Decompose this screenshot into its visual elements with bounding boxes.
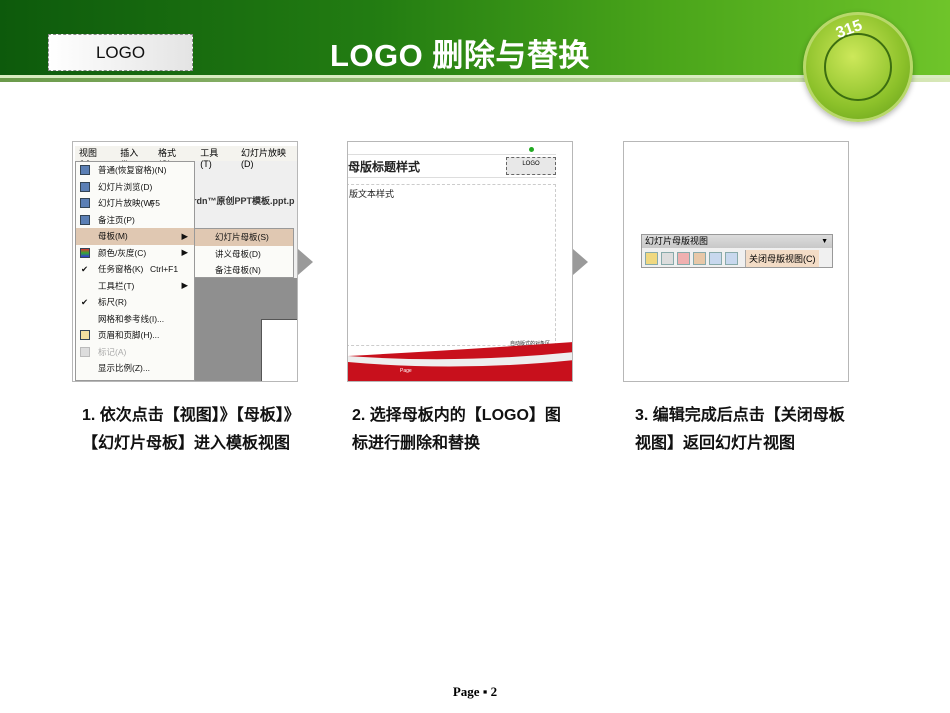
label: 备注页(P) [98, 214, 135, 225]
menu-item-toolbars[interactable]: 工具栏(T) ▶ [76, 278, 194, 295]
menu-insert[interactable]: 插入(I) [120, 146, 146, 169]
insert-title-master-icon[interactable] [661, 251, 674, 265]
view-menu: 普通(恢复窗格)(N) 幻灯片浏览(D) 幻灯片放映(W) F5 备注页(P) 母… [75, 161, 195, 381]
check-icon: ✔ [81, 296, 89, 307]
label: 颜色/灰度(C) [98, 247, 147, 258]
insert-master-icon[interactable] [645, 251, 658, 265]
normal-view-icon [80, 165, 90, 175]
close-master-view-button[interactable]: 关闭母版视图(C) [745, 249, 819, 267]
menu-item-markup: 标记(A) [76, 344, 194, 361]
red-wave-decoration: Page [348, 342, 572, 381]
label: 母板(M) [98, 231, 128, 242]
label: 标尺(R) [98, 297, 127, 308]
menu-view[interactable]: 视图(V) [79, 146, 108, 169]
toolbar-title: 幻灯片母版视图 [645, 236, 709, 246]
toolbar-titlebar[interactable]: 幻灯片母版视图 ▼ [642, 235, 832, 248]
page-title: LOGO 删除与替换 [330, 38, 590, 73]
globe-icon [824, 33, 892, 101]
emblem-315-logo: 315 [803, 12, 913, 122]
submenu-arrow-icon: ▶ [181, 247, 188, 258]
label: 幻灯片浏览(D) [98, 181, 153, 192]
preserve-master-icon[interactable] [693, 251, 706, 265]
step-3-caption: 3. 编辑完成后点击【关闭母板视图】返回幻灯片视图 [635, 407, 845, 452]
master-body-text: 版文本样式 [349, 189, 395, 199]
menu-item-color[interactable]: 颜色/灰度(C) ▶ [76, 245, 194, 262]
step-2-caption: 2. 选择母板内的【LOGO】图标进行删除和替换 [352, 407, 561, 452]
color-icon [80, 247, 90, 258]
menu-item-master[interactable]: 母板(M) ▶ [76, 228, 194, 245]
menu-item-ruler[interactable]: ✔ 标尺(R) [76, 294, 194, 311]
chevron-down-icon[interactable]: ▼ [821, 235, 828, 248]
logo-placeholder: LOGO [48, 34, 193, 71]
screenshot-slide-master: 母版标题样式 LOGO 版文本样式 自动版式的对象区 Page [347, 141, 573, 382]
label: 标记(A) [98, 346, 127, 357]
logo-text: LOGO [95, 42, 146, 62]
menu-tools[interactable]: 工具(T) [200, 146, 229, 169]
slideshow-icon [80, 198, 90, 208]
step-1-caption: 1. 依次点击【视图】》【母板】》【幻灯片母板】进入模板视图 [82, 407, 292, 452]
screenshot-master-toolbar: 幻灯片母版视图 ▼ 关闭母版视图(C) [623, 141, 849, 382]
rename-master-icon[interactable] [709, 251, 722, 265]
menu-item-grid[interactable]: 网格和参考线(I)... [76, 311, 194, 328]
submenu-arrow-icon: ▶ [181, 280, 188, 291]
master-submenu: 幻灯片母板(S) 讲义母板(D) 备注母板(N) [194, 228, 294, 278]
menu-item-slideshow[interactable]: 幻灯片放映(W) F5 [76, 195, 194, 212]
master-layout-icon[interactable] [725, 251, 738, 265]
sorter-icon [80, 181, 90, 192]
label: 页眉和页脚(H)... [98, 330, 160, 341]
page-number: Page ▪ 2 [452, 684, 498, 699]
slide-page [261, 319, 297, 381]
header-footer-icon [80, 330, 90, 340]
menu-format[interactable]: 格式(O) [158, 146, 188, 169]
menu-slideshow[interactable]: 幻灯片放映(D) [241, 146, 297, 169]
body-placeholder [348, 184, 556, 346]
menu-item-taskpane[interactable]: ✔ 任务窗格(K) Ctrl+F1 [76, 261, 194, 278]
shortcut: Ctrl+F1 [150, 264, 179, 275]
label: 普通(恢复窗格)(N) [98, 165, 167, 176]
submenu-handout-master[interactable]: 讲义母板(D) [195, 246, 293, 263]
notes-icon [80, 214, 90, 225]
label: 幻灯片放映(W) [98, 198, 155, 209]
arrow-right-icon [573, 249, 588, 275]
page-footer-text: Page [400, 368, 412, 374]
rotate-handle-icon[interactable] [529, 147, 534, 152]
file-title: rdn™原创PPT模板.ppt.p [193, 196, 295, 206]
label: 工具栏(T) [98, 280, 135, 291]
label: 任务窗格(K) [98, 264, 144, 275]
menu-item-header-footer[interactable]: 页眉和页脚(H)... [76, 327, 194, 344]
label: 网格和参考线(I)... [98, 313, 165, 324]
master-title-text: 母版标题样式 [348, 160, 421, 174]
logo-text: LOGO [522, 161, 540, 167]
check-icon: ✔ [81, 263, 89, 274]
arrow-right-icon [298, 249, 313, 275]
submenu-slide-master[interactable]: 幻灯片母板(S) [195, 229, 293, 246]
menubar: 视图(V) 插入(I) 格式(O) 工具(T) 幻灯片放映(D) [75, 146, 297, 169]
screenshot-view-menu: rdn™原创PPT模板.ppt.p 视图(V) 插入(I) 格式(O) 工具(T… [72, 141, 298, 382]
markup-icon [80, 346, 90, 357]
shortcut: F5 [150, 198, 160, 209]
submenu-notes-master[interactable]: 备注母板(N) [195, 262, 293, 279]
selected-logo-placeholder[interactable]: LOGO [506, 157, 556, 175]
slide-master-toolbar: 幻灯片母版视图 ▼ 关闭母版视图(C) [641, 234, 833, 268]
menu-item-notes[interactable]: 备注页(P) [76, 212, 194, 229]
menu-item-normal[interactable]: 普通(恢复窗格)(N) [76, 162, 194, 179]
submenu-arrow-icon: ▶ [181, 230, 188, 241]
delete-master-icon[interactable] [677, 251, 690, 265]
label: 显示比例(Z)... [98, 363, 150, 374]
menu-item-zoom[interactable]: 显示比例(Z)... [76, 360, 194, 377]
menu-item-sorter[interactable]: 幻灯片浏览(D) [76, 179, 194, 196]
